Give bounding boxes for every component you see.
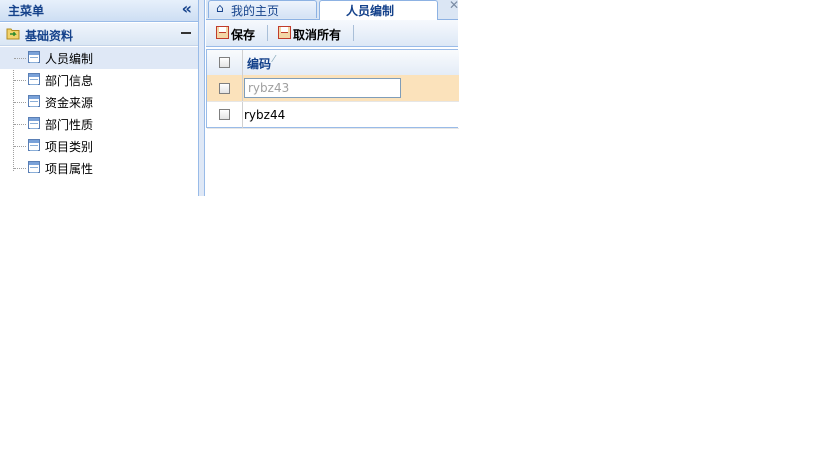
code-input[interactable] xyxy=(244,78,401,98)
table-icon xyxy=(28,51,40,63)
code-cell: rybz44 xyxy=(244,108,286,122)
toolbar: 保存 取消所有 xyxy=(206,20,458,47)
cancel-all-label: 取消所有 xyxy=(293,28,342,42)
tree-item-fund-source[interactable]: 资金来源 xyxy=(0,91,198,113)
sort-icon: ⁄ xyxy=(273,54,275,65)
tree-item-project-attribute[interactable]: 项目属性 xyxy=(0,157,198,179)
menu-tree: 人员编制 部门信息 资金来源 部门性质 项目类别 项目属性 xyxy=(0,47,198,179)
tree-item-label: 部门性质 xyxy=(45,118,94,132)
main-menu-panel: 主菜单 « 基础资料 人员编制 部门信息 资金来源 部门性质 项目类别 项目属性 xyxy=(0,0,199,196)
main-menu-title: 主菜单 xyxy=(8,4,45,18)
toolbar-separator xyxy=(267,25,268,41)
save-label: 保存 xyxy=(231,28,256,42)
tree-item-department-nature[interactable]: 部门性质 xyxy=(0,113,198,135)
table-icon xyxy=(28,139,40,151)
table-icon xyxy=(28,95,40,107)
table-row[interactable]: rybz44 xyxy=(207,102,459,129)
tree-item-label: 资金来源 xyxy=(45,96,94,110)
double-chevron-left-icon[interactable]: « xyxy=(182,0,192,18)
save-icon xyxy=(216,26,229,39)
close-icon[interactable]: ✕ xyxy=(449,0,459,12)
tree-item-project-category[interactable]: 项目类别 xyxy=(0,135,198,157)
data-grid: 编码 ⁄ rybz44 xyxy=(206,49,459,129)
row-checkbox[interactable] xyxy=(219,83,230,94)
tree-item-label: 部门信息 xyxy=(45,74,94,88)
tree-item-department-info[interactable]: 部门信息 xyxy=(0,69,198,91)
tree-item-label: 项目类别 xyxy=(45,140,94,154)
toolbar-separator xyxy=(353,25,354,41)
grid-header: 编码 ⁄ xyxy=(207,50,459,76)
row-checkbox[interactable] xyxy=(219,109,230,120)
minus-icon[interactable] xyxy=(181,32,191,34)
table-icon xyxy=(28,73,40,85)
tab-label: 人员编制 xyxy=(346,4,395,18)
table-row[interactable] xyxy=(207,75,459,102)
content-panel: ⌂ 我的主页 人员编制 ✕ 保存 取消所有 编码 ⁄ rybz43 rybz44 xyxy=(206,0,459,130)
tab-label: 我的主页 xyxy=(231,4,280,18)
column-header-code[interactable]: 编码 xyxy=(247,55,271,72)
section-basic-data-header[interactable]: 基础资料 xyxy=(0,23,198,46)
table-icon xyxy=(28,161,40,173)
tree-item-label: 人员编制 xyxy=(45,52,94,66)
tab-strip: ⌂ 我的主页 人员编制 ✕ xyxy=(206,0,459,20)
table-icon xyxy=(28,117,40,129)
tree-item-label: 项目属性 xyxy=(45,162,94,176)
home-icon: ⌂ xyxy=(216,1,224,15)
main-menu-header: 主菜单 « xyxy=(0,0,198,22)
cancel-icon xyxy=(278,26,291,39)
tab-personnel[interactable]: 人员编制 ✕ xyxy=(319,0,459,20)
select-all-checkbox[interactable] xyxy=(219,57,230,68)
folder-icon xyxy=(6,28,20,40)
section-title: 基础资料 xyxy=(25,29,74,43)
tab-home[interactable]: ⌂ 我的主页 xyxy=(208,0,317,18)
panel-splitter[interactable] xyxy=(199,0,205,196)
tree-item-personnel[interactable]: 人员编制 xyxy=(0,47,198,69)
